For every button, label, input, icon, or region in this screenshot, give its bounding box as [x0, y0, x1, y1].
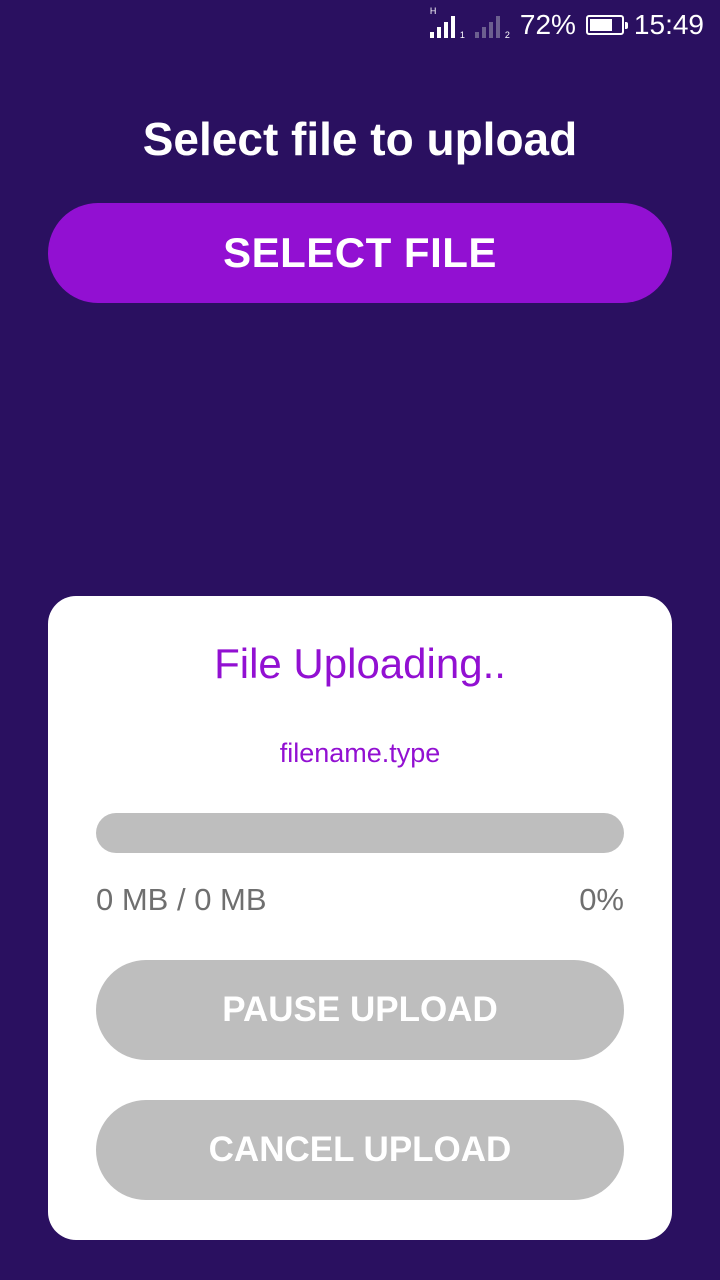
- file-name: filename.type: [279, 738, 441, 768]
- battery-fill: [589, 19, 612, 31]
- upload-percent-text: 0%: [579, 882, 624, 917]
- clock: 15:49: [633, 9, 704, 40]
- upload-progress-bar: [96, 813, 624, 853]
- upload-size-text: 0 MB / 0 MB: [96, 882, 267, 917]
- upload-status-title: File Uploading..: [214, 640, 506, 687]
- cancel-upload-button[interactable]: CANCEL UPLOAD: [96, 1100, 624, 1200]
- select-file-button[interactable]: SELECT FILE: [48, 203, 672, 303]
- sim2-signal-icon: 2: [474, 12, 510, 40]
- pause-upload-button[interactable]: PAUSE UPLOAD: [96, 960, 624, 1060]
- sim2-index: 2: [504, 30, 510, 40]
- sim1-index: 1: [459, 30, 465, 40]
- network-type-label: H: [429, 6, 437, 16]
- upload-progress-card: File Uploading.. filename.type 0 MB / 0 …: [48, 596, 672, 1240]
- battery-percent: 72%: [519, 9, 576, 40]
- sim1-signal-icon: H 1: [429, 6, 465, 40]
- upload-screen: H 1 2 72% 15:49 Select file to upload SE…: [0, 0, 720, 1280]
- battery-icon: [585, 15, 628, 35]
- status-bar: H 1 2 72% 15:49: [0, 0, 720, 50]
- page-title: Select file to upload: [142, 113, 578, 165]
